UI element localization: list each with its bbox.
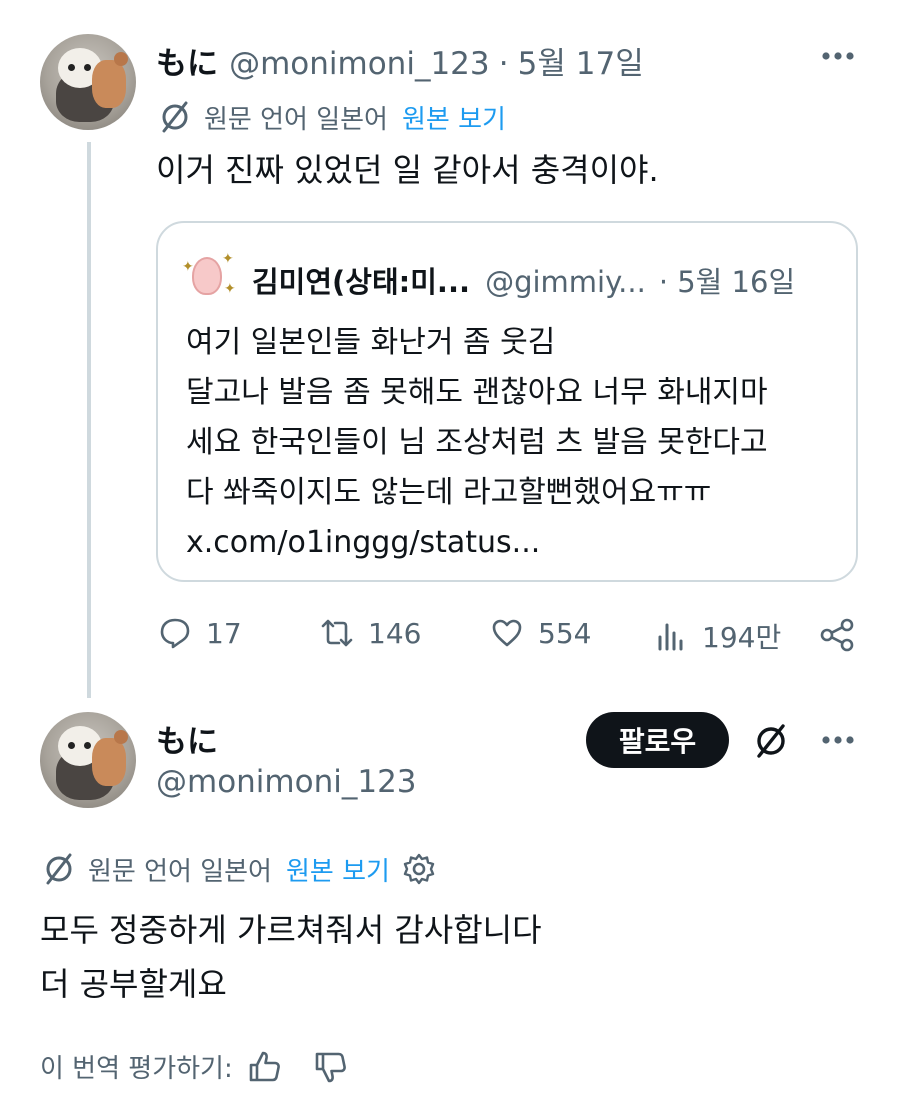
show-original-link[interactable]: 원본 보기: [286, 851, 390, 888]
translation-label: 원문 언어 일본어: [88, 856, 272, 887]
translate-toggle[interactable]: [750, 720, 792, 766]
tweet-header: もに @monimoni_123 · 5월 17일: [156, 38, 644, 83]
like-count: 554: [538, 616, 592, 650]
views-button[interactable]: 194만: [654, 616, 781, 656]
retweet-icon: [321, 619, 353, 647]
follow-button[interactable]: 팔로우: [586, 712, 729, 768]
retweet-button[interactable]: 146: [320, 616, 421, 650]
quote-line: 세요 한국인들이 님 조상처럼 츠 발음 못한다고: [186, 425, 768, 460]
avatar[interactable]: [40, 34, 136, 130]
share-button[interactable]: [818, 616, 856, 658]
tweet-text-line: 모두 정중하게 가르쳐줘서 감사합니다: [40, 911, 542, 949]
thread-line: [87, 142, 91, 698]
tweet-text-line: 더 공부할게요: [40, 965, 227, 1003]
like-button[interactable]: 554: [490, 616, 591, 650]
more-button[interactable]: [818, 728, 858, 752]
more-icon: [822, 736, 854, 744]
reply-count: 17: [206, 616, 242, 650]
quote-header: 김미연(상태:미... @gimmiy... · 5월 16일: [252, 259, 795, 301]
quote-separator: ·: [658, 265, 669, 299]
quote-display-name[interactable]: 김미연(상태:미...: [252, 265, 470, 299]
settings-icon[interactable]: [402, 852, 436, 886]
reply-icon: [160, 618, 190, 649]
thumbs-up-icon[interactable]: [247, 1049, 283, 1085]
quoted-tweet[interactable]: ✦ ✦ ✦ 김미연(상태:미... @gimmiy... · 5월 16일 여기…: [156, 221, 858, 582]
tweet-text: 이거 진짜 있었던 일 같아서 충격이야.: [156, 151, 659, 189]
avatar[interactable]: [40, 712, 136, 808]
thumbs-down-icon[interactable]: [313, 1049, 349, 1085]
show-original-link[interactable]: 원본 보기: [402, 99, 506, 136]
quote-timestamp[interactable]: 5월 16일: [677, 265, 795, 299]
translation-bar: 원문 언어 일본어 원본 보기: [156, 98, 506, 136]
rate-translation-label: 이 번역 평가하기:: [40, 1054, 233, 1084]
reply-button[interactable]: 17: [158, 616, 242, 650]
more-button[interactable]: [818, 44, 858, 68]
handle[interactable]: @monimoni_123: [156, 764, 417, 800]
translate-icon: [46, 853, 72, 885]
separator: ·: [498, 46, 509, 82]
views-icon: [658, 623, 683, 651]
quote-avatar[interactable]: ✦ ✦ ✦: [182, 251, 236, 301]
retweet-count: 146: [368, 616, 422, 650]
display-name[interactable]: もに: [156, 716, 218, 761]
timestamp[interactable]: 5월 17일: [518, 46, 644, 82]
translation-label: 원문 언어 일본어: [204, 104, 388, 135]
quote-line: 다 쏴죽이지도 않는데 라고할뻔했어요ㅠㅠ: [186, 475, 712, 510]
quote-text: 여기 일본인들 화난거 좀 웃김 달고나 발음 좀 못해도 괜찮아요 너무 화내…: [186, 318, 768, 568]
more-icon: [822, 52, 854, 60]
rate-translation: 이 번역 평가하기:: [40, 1048, 349, 1085]
quote-link[interactable]: x.com/o1inggg/status...: [186, 518, 768, 568]
like-icon: [492, 619, 522, 647]
display-name[interactable]: もに: [156, 46, 218, 82]
views-count: 194만: [702, 621, 782, 654]
handle[interactable]: @monimoni_123: [229, 46, 490, 82]
quote-line: 달고나 발음 좀 못해도 괜찮아요 너무 화내지마: [186, 375, 768, 410]
translate-icon: [757, 724, 785, 758]
quote-handle[interactable]: @gimmiy...: [485, 265, 646, 299]
translation-bar: 원문 언어 일본어 원본 보기: [40, 850, 436, 888]
share-icon: [820, 618, 854, 652]
translate-icon: [162, 101, 188, 133]
quote-line: 여기 일본인들 화난거 좀 웃김: [186, 325, 556, 360]
